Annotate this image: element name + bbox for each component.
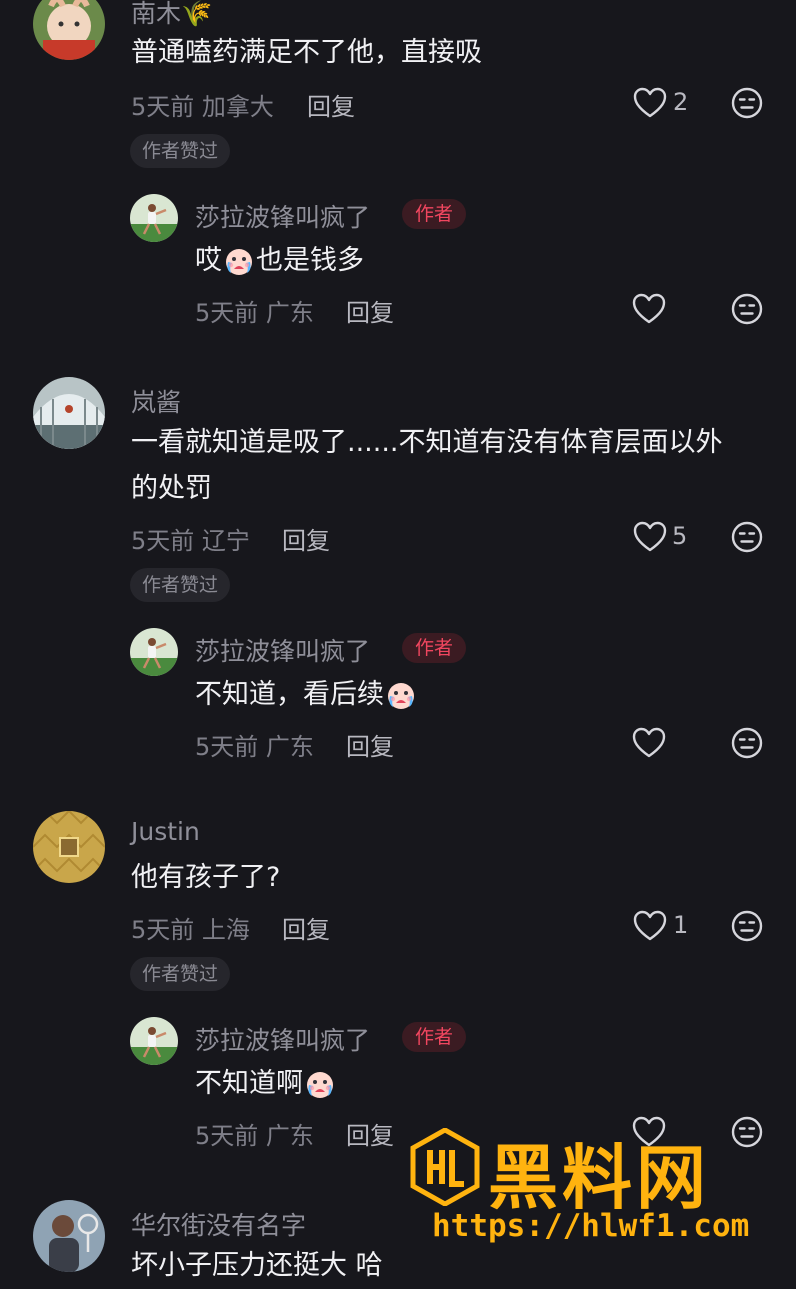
comment-text: 普通嗑药满足不了他，直接吸 (131, 37, 482, 68)
reply-text: 哎 也是钱多 (195, 238, 364, 284)
comment-username[interactable]: 岚酱 (131, 383, 181, 419)
unamused-face-icon[interactable] (731, 87, 763, 119)
reply-time-location: 5天前 广东 (195, 299, 314, 327)
reply-time-location: 5天前 广东 (195, 1122, 314, 1150)
like-count: 2 (673, 88, 689, 116)
reply-text-part: 不知道啊 (195, 1068, 303, 1099)
comment-time-location: 5天前 上海 (131, 916, 250, 944)
author-liked-badge: 作者赞过 (130, 957, 231, 991)
crying-face-emoji (385, 680, 417, 712)
comment-text-line: 的处罚 (131, 473, 212, 504)
watermark-logo-icon (410, 1128, 480, 1206)
avatar[interactable] (33, 1200, 105, 1272)
reply-username[interactable]: 莎拉波锋叫疯了 (195, 632, 370, 668)
reply-button[interactable]: 回复 (282, 521, 330, 556)
author-liked-badge: 作者赞过 (130, 568, 231, 602)
unamused-face-icon[interactable] (731, 293, 763, 325)
reply-text-part: 不知道，看后续 (195, 679, 384, 710)
heart-outline-icon[interactable] (632, 293, 666, 325)
reply-username[interactable]: 莎拉波锋叫疯了 (195, 1021, 370, 1057)
reply-text-part: 也是钱多 (256, 245, 364, 276)
like-count: 1 (673, 911, 689, 939)
crying-face-emoji (223, 246, 255, 278)
reply-time-location: 5天前 广东 (195, 733, 314, 761)
comment-text-line: 一看就知道是吸了......不知道有没有体育层面以外 (131, 427, 723, 458)
author-badge: 作者 (402, 633, 467, 663)
reply-button[interactable]: 回复 (307, 87, 355, 122)
author-badge: 作者 (402, 1022, 467, 1052)
reply-text: 不知道，看后续 (195, 672, 418, 718)
avatar[interactable] (130, 628, 178, 676)
comment-text: 坏小子压力还挺大 哈 (131, 1250, 383, 1281)
author-badge: 作者 (402, 199, 467, 229)
heart-outline-icon[interactable] (632, 727, 666, 759)
avatar[interactable] (33, 377, 105, 449)
reply-text-part: 哎 (195, 245, 222, 276)
comment-time-location: 5天前 辽宁 (131, 527, 250, 555)
author-liked-badge: 作者赞过 (130, 134, 231, 168)
reply-button[interactable]: 回复 (346, 293, 394, 328)
avatar[interactable] (130, 194, 178, 242)
heart-outline-icon[interactable] (633, 910, 667, 942)
comment-username[interactable]: 华尔街没有名字 (131, 1206, 306, 1242)
comment-username[interactable]: 南木🌾 (131, 0, 212, 30)
reply-username[interactable]: 莎拉波锋叫疯了 (195, 198, 370, 234)
unamused-face-icon[interactable] (731, 910, 763, 942)
like-count: 5 (672, 522, 688, 550)
avatar[interactable] (33, 811, 105, 883)
reply-button[interactable]: 回复 (282, 910, 330, 945)
comment-time-location: 5天前 加拿大 (131, 93, 274, 121)
unamused-face-icon[interactable] (731, 727, 763, 759)
heart-outline-icon[interactable] (633, 87, 667, 119)
reply-text: 不知道啊 (195, 1061, 337, 1107)
unamused-face-icon[interactable] (731, 521, 763, 553)
reply-button[interactable]: 回复 (346, 727, 394, 762)
comment-text: 他有孩子了? (131, 862, 281, 893)
avatar[interactable] (33, 0, 105, 60)
avatar[interactable] (130, 1017, 178, 1065)
crying-face-emoji (304, 1069, 336, 1101)
comment-username[interactable]: Justin (131, 817, 200, 846)
watermark-url: https://hlwf1.com (432, 1208, 750, 1244)
reply-button[interactable]: 回复 (346, 1116, 394, 1151)
unamused-face-icon[interactable] (731, 1116, 763, 1148)
heart-outline-icon[interactable] (633, 521, 667, 553)
